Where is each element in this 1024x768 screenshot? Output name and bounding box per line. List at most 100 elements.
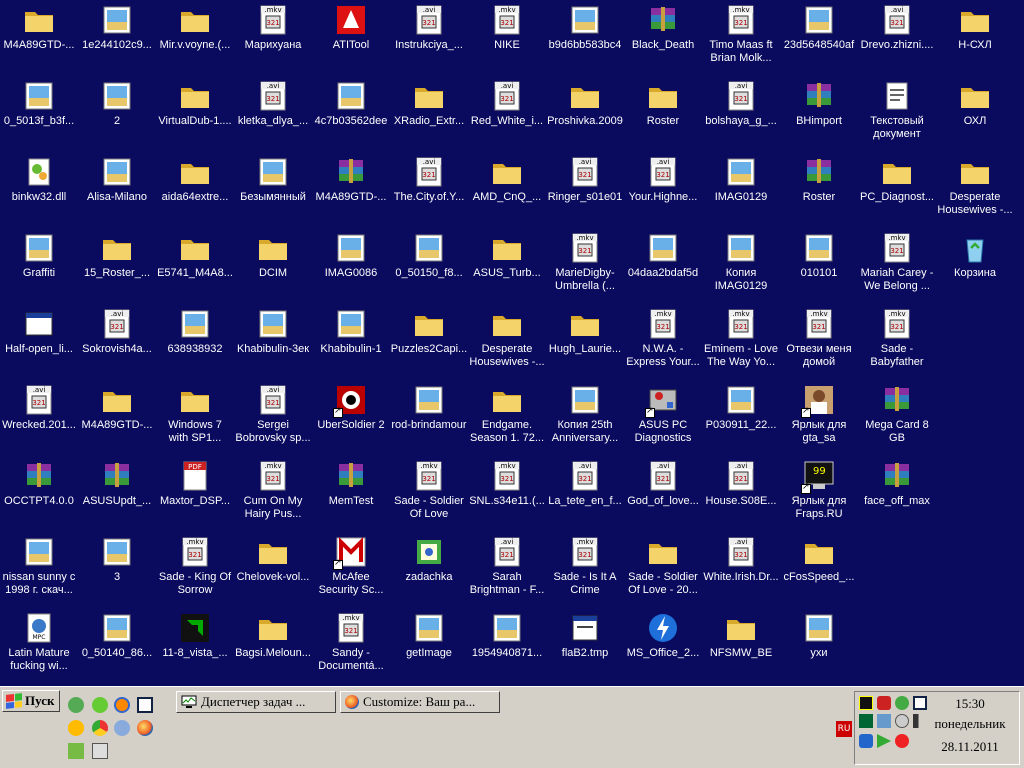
desktop-icon[interactable]: .mkv 321 Eminem - Love The Way Yo... [702, 304, 780, 376]
desktop-icon[interactable]: .avi 321 White.Irish.Dr... [702, 532, 780, 604]
desktop-icon[interactable]: IMAG0086 [312, 228, 390, 300]
desktop-icon[interactable]: MS_Office_2... [624, 608, 702, 680]
desktop-icon[interactable]: Корзина [936, 228, 1014, 300]
fraps-tray-icon[interactable] [859, 696, 873, 710]
desktop-icon[interactable]: Alisa-Milano [78, 152, 156, 224]
desktop-icon[interactable]: 11-8_vista_... [156, 608, 234, 680]
desktop-icon[interactable]: Proshivka.2009 [546, 76, 624, 148]
desktop-icon[interactable]: 010101 [780, 228, 858, 300]
desktop-icon[interactable]: Hugh_Laurie... [546, 304, 624, 376]
desktop-icon[interactable]: H-СХЛ [936, 0, 1014, 72]
desktop-icon[interactable]: cFosSpeed_... [780, 532, 858, 604]
desktop-icon[interactable]: ОХЛ [936, 76, 1014, 148]
desktop-icon[interactable]: .avi 321 La_tete_en_f... [546, 456, 624, 528]
desktop-icon[interactable]: 0_5013f_b3f... [0, 76, 78, 148]
desktop-icon[interactable]: .avi 321 Red_White_i... [468, 76, 546, 148]
desktop-icon[interactable]: 638938932 [156, 304, 234, 376]
desktop-icon[interactable]: .avi 321 kletka_dlya_... [234, 76, 312, 148]
tool-icon[interactable] [68, 743, 84, 759]
desktop-icon[interactable]: OCCTPT4.0.0 [0, 456, 78, 528]
desktop-icon[interactable]: Graffiti [0, 228, 78, 300]
desktop-icon[interactable]: .avi 321 Drevo.zhizni.... [858, 0, 936, 72]
desktop-icon[interactable]: Roster [780, 152, 858, 224]
desktop-icon[interactable]: .mkv 321 MarieDigby- Umbrella (... [546, 228, 624, 300]
desktop-icon[interactable]: binkw32.dll [0, 152, 78, 224]
desktop-icon[interactable]: E5741_M4A8... [156, 228, 234, 300]
desktop-icon[interactable]: flaB2.tmp [546, 608, 624, 680]
desktop-icon[interactable]: DCIM [234, 228, 312, 300]
play-icon[interactable] [877, 734, 891, 748]
desktop-icon[interactable]: Текстовый документ [858, 76, 936, 148]
desktop-icon[interactable]: 0_50150_f8... [390, 228, 468, 300]
desktop-icon[interactable]: nissan sunny c 1998 г. скач... [0, 532, 78, 604]
desktop-icon[interactable]: Endgame. Season 1. 72... [468, 380, 546, 452]
desktop-icon[interactable]: .avi 321 Sokrovish4a... [78, 304, 156, 376]
task-button-task-manager[interactable]: Диспетчер задач ... [176, 691, 336, 713]
car-icon[interactable] [859, 734, 873, 748]
desktop-icon[interactable]: Khabibulin-1 [312, 304, 390, 376]
desktop-icon[interactable]: .mkv 321 Sade - Soldier Of Love [390, 456, 468, 528]
desktop-icon[interactable]: Khabibulin-3ек [234, 304, 312, 376]
desktop-icon[interactable]: ASUS PC Diagnostics [624, 380, 702, 452]
desktop-icon[interactable]: .avi 321 bolshaya_g_... [702, 76, 780, 148]
desktop-icon[interactable]: Копия IMAG0129 [702, 228, 780, 300]
desktop-icon[interactable]: AMD_CnQ_... [468, 152, 546, 224]
desktop-icon[interactable]: Puzzles2Capi... [390, 304, 468, 376]
desktop-icon[interactable]: .mkv 321 N.W.A. - Express Your... [624, 304, 702, 376]
desktop-icon[interactable]: 0_50140_86... [78, 608, 156, 680]
desktop-icon[interactable]: Ярлык для gta_sa [780, 380, 858, 452]
clock-time[interactable]: 15:30 [925, 696, 1015, 712]
desktop-icon[interactable]: .mkv 321 Mariah Carey - We Belong ... [858, 228, 936, 300]
desktop-icon[interactable]: .mkv 321 Timo Maas ft Brian Molk... [702, 0, 780, 72]
network-icon[interactable] [877, 714, 891, 728]
desktop-icon[interactable]: .avi 321 Wrecked.201... [0, 380, 78, 452]
desktop-icon[interactable]: XRadio_Extr... [390, 76, 468, 148]
desktop-icon[interactable]: .mkv 321 Sandy - Documentá... [312, 608, 390, 680]
desktop-icon[interactable]: 23d5648540af [780, 0, 858, 72]
red-app-icon[interactable] [895, 734, 909, 748]
desktop-icon[interactable]: 4c7b03562dee [312, 76, 390, 148]
desktop-icon[interactable]: ASUSUpdt_... [78, 456, 156, 528]
desktop-icon[interactable]: .mkv 321 Sade - Babyfather [858, 304, 936, 376]
desktop-icon[interactable]: Bagsi.Meloun... [234, 608, 312, 680]
desktop-icon[interactable]: PDF Maxtor_DSP... [156, 456, 234, 528]
utorrent-tray-icon[interactable] [895, 696, 909, 710]
desktop-icon[interactable]: aida64extre... [156, 152, 234, 224]
desktop-icon[interactable]: MPC Latin Mature fucking wi... [0, 608, 78, 680]
desktop-icon[interactable]: .mkv 321 Cum On My Hairy Pus... [234, 456, 312, 528]
gear-icon[interactable] [895, 714, 909, 728]
desktop-icon[interactable]: .mkv 321 SNL.s34e11.(... [468, 456, 546, 528]
grid-app-icon[interactable] [92, 743, 108, 759]
desktop-icon[interactable]: Chelovek-vol... [234, 532, 312, 604]
language-indicator[interactable]: RU [836, 721, 852, 737]
desktop-icon[interactable]: Desperate Housewives -... [468, 304, 546, 376]
desktop-icon[interactable]: Sade - Soldier Of Love - 20... [624, 532, 702, 604]
desktop-icon[interactable]: Копия 25th Anniversary... [546, 380, 624, 452]
desktop-icon[interactable]: ATITool [312, 0, 390, 72]
desktop-icon[interactable]: BHimport [780, 76, 858, 148]
desktop-icon[interactable]: zadachka [390, 532, 468, 604]
desktop-icon[interactable]: .avi 321 Your.Highne... [624, 152, 702, 224]
firefox-icon[interactable] [137, 720, 153, 736]
desktop-icon[interactable]: .mkv 321 NIKE [468, 0, 546, 72]
desktop-icon[interactable]: face_off_max [858, 456, 936, 528]
desktop-icon[interactable]: .avi 321 Instrukciya_... [390, 0, 468, 72]
desktop-icon[interactable]: Desperate Housewives -... [936, 152, 1014, 224]
desktop-icon[interactable]: 15_Roster_... [78, 228, 156, 300]
desktop-icon[interactable]: Mir.v.voyne.(... [156, 0, 234, 72]
desktop-icon[interactable]: Half-open_li... [0, 304, 78, 376]
desktop-icon[interactable]: IMAG0129 [702, 152, 780, 224]
desktop-icon[interactable]: .avi 321 Ringer_s01e01 [546, 152, 624, 224]
desktop-icon[interactable]: .mkv 321 Отвези меня домой [780, 304, 858, 376]
task-button-customize[interactable]: Customize: Ваш ра... [340, 691, 500, 713]
desktop-icon[interactable]: Roster [624, 76, 702, 148]
desktop-icon[interactable]: .mkv 321 Марихуана [234, 0, 312, 72]
start-button[interactable]: Пуск [2, 690, 60, 712]
utorrent-icon[interactable] [68, 697, 84, 713]
desktop-icon[interactable]: Безымянный [234, 152, 312, 224]
desktop-icon[interactable]: M4A89GTD-... [0, 0, 78, 72]
desktop-icon[interactable]: 1e244102c9... [78, 0, 156, 72]
desktop-icon[interactable]: 1954940871... [468, 608, 546, 680]
desktop-icon[interactable]: VirtualDub-1.... [156, 76, 234, 148]
desktop-icon[interactable]: Black_Death [624, 0, 702, 72]
